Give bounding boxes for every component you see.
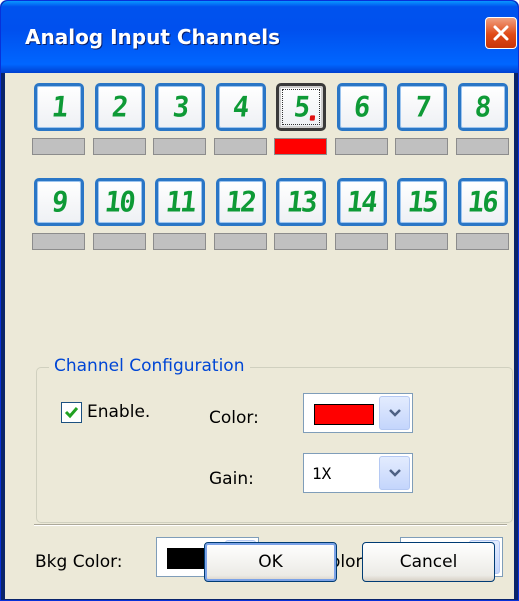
- channel-11-indicator: [153, 233, 206, 250]
- channel-7-button[interactable]: 7: [397, 83, 447, 131]
- footer-separator: [34, 524, 507, 526]
- enable-label: Enable.: [87, 402, 151, 422]
- checkmark-icon: [64, 407, 79, 419]
- channel-3-label: 3: [171, 90, 189, 124]
- channel-color-select[interactable]: [303, 393, 413, 433]
- channel-14-label: 14: [345, 185, 378, 219]
- color-label: Color:: [209, 408, 259, 428]
- gain-label: Gain:: [209, 469, 254, 489]
- ok-button[interactable]: OK: [204, 542, 337, 582]
- channel-8-indicator: [455, 138, 509, 155]
- channel-configuration-legend: Channel Configuration: [49, 356, 250, 376]
- channel-color-swatch: [314, 404, 374, 425]
- channel-15-button[interactable]: 15: [397, 178, 447, 226]
- bkg-color-label: Bkg Color:: [35, 552, 123, 572]
- channel-9-indicator: [32, 233, 85, 250]
- channel-13-indicator: [274, 233, 327, 250]
- close-button[interactable]: [485, 17, 517, 49]
- channel-configuration-group: [36, 367, 513, 523]
- channel-5-button[interactable]: 5: [276, 83, 326, 131]
- channel-1-indicator: [32, 138, 85, 155]
- channel-15-label: 15: [406, 185, 438, 219]
- dialog-client-area: 1 2 3 4 5 6 7 8 9 10 11 12 13 14 15 16 Channel Configur…: [5, 73, 514, 599]
- channel-1-label: 1: [50, 90, 68, 124]
- channel-2-button[interactable]: 2: [94, 83, 145, 131]
- channel-13-label: 13: [285, 185, 317, 219]
- chevron-down-icon: [388, 409, 401, 417]
- channel-6-indicator: [334, 138, 388, 155]
- channel-1-button[interactable]: 1: [34, 83, 84, 131]
- channel-6-label: 6: [352, 90, 371, 124]
- channel-4-button[interactable]: 4: [215, 83, 266, 131]
- channel-10-button[interactable]: 10: [94, 178, 145, 226]
- channel-16-indicator: [455, 233, 509, 250]
- channel-16-button[interactable]: 16: [457, 178, 508, 226]
- channel-15-indicator: [395, 233, 448, 250]
- channel-11-button[interactable]: 11: [155, 178, 205, 226]
- channel-16-label: 16: [466, 185, 499, 219]
- channel-5-label: 5: [292, 91, 316, 123]
- channel-4-indicator: [213, 138, 267, 155]
- channel-12-button[interactable]: 12: [215, 178, 266, 226]
- enable-checkbox[interactable]: [61, 402, 82, 423]
- channel-14-indicator: [334, 233, 388, 250]
- channel-10-label: 10: [103, 185, 136, 219]
- channel-7-label: 7: [413, 90, 431, 124]
- dialog-window: Analog Input Channels 1 2 3 4 5 6 7 8 9 10 11 12 13 1…: [0, 0, 519, 601]
- channel-7-indicator: [395, 138, 448, 155]
- selected-dot-icon: [309, 114, 316, 121]
- channel-9-button[interactable]: 9: [34, 178, 84, 226]
- channel-3-button[interactable]: 3: [155, 83, 205, 131]
- channel-13-button[interactable]: 13: [276, 178, 326, 226]
- title-bar[interactable]: Analog Input Channels: [1, 1, 518, 73]
- channel-8-button[interactable]: 8: [457, 83, 508, 131]
- chevron-down-icon: [388, 469, 401, 477]
- channel-color-dropdown-arrow[interactable]: [379, 396, 410, 430]
- channel-3-indicator: [153, 138, 206, 155]
- channel-9-label: 9: [50, 185, 68, 219]
- channel-4-label: 4: [231, 90, 250, 124]
- channel-6-button[interactable]: 6: [336, 83, 387, 131]
- channel-2-indicator: [92, 138, 146, 155]
- channel-12-label: 12: [224, 185, 257, 219]
- close-x-icon: [493, 25, 509, 41]
- channel-10-indicator: [92, 233, 146, 250]
- channel-14-button[interactable]: 14: [336, 178, 387, 226]
- channel-12-indicator: [213, 233, 267, 250]
- gain-dropdown-arrow[interactable]: [379, 456, 410, 490]
- gain-select[interactable]: 1X: [303, 453, 413, 493]
- gain-value: 1X: [312, 464, 332, 483]
- channel-5-indicator: [274, 138, 327, 155]
- cancel-button[interactable]: Cancel: [362, 542, 495, 582]
- channel-11-label: 11: [164, 185, 196, 219]
- window-title: Analog Input Channels: [25, 25, 281, 49]
- channel-8-label: 8: [473, 90, 492, 124]
- channel-2-label: 2: [110, 90, 129, 124]
